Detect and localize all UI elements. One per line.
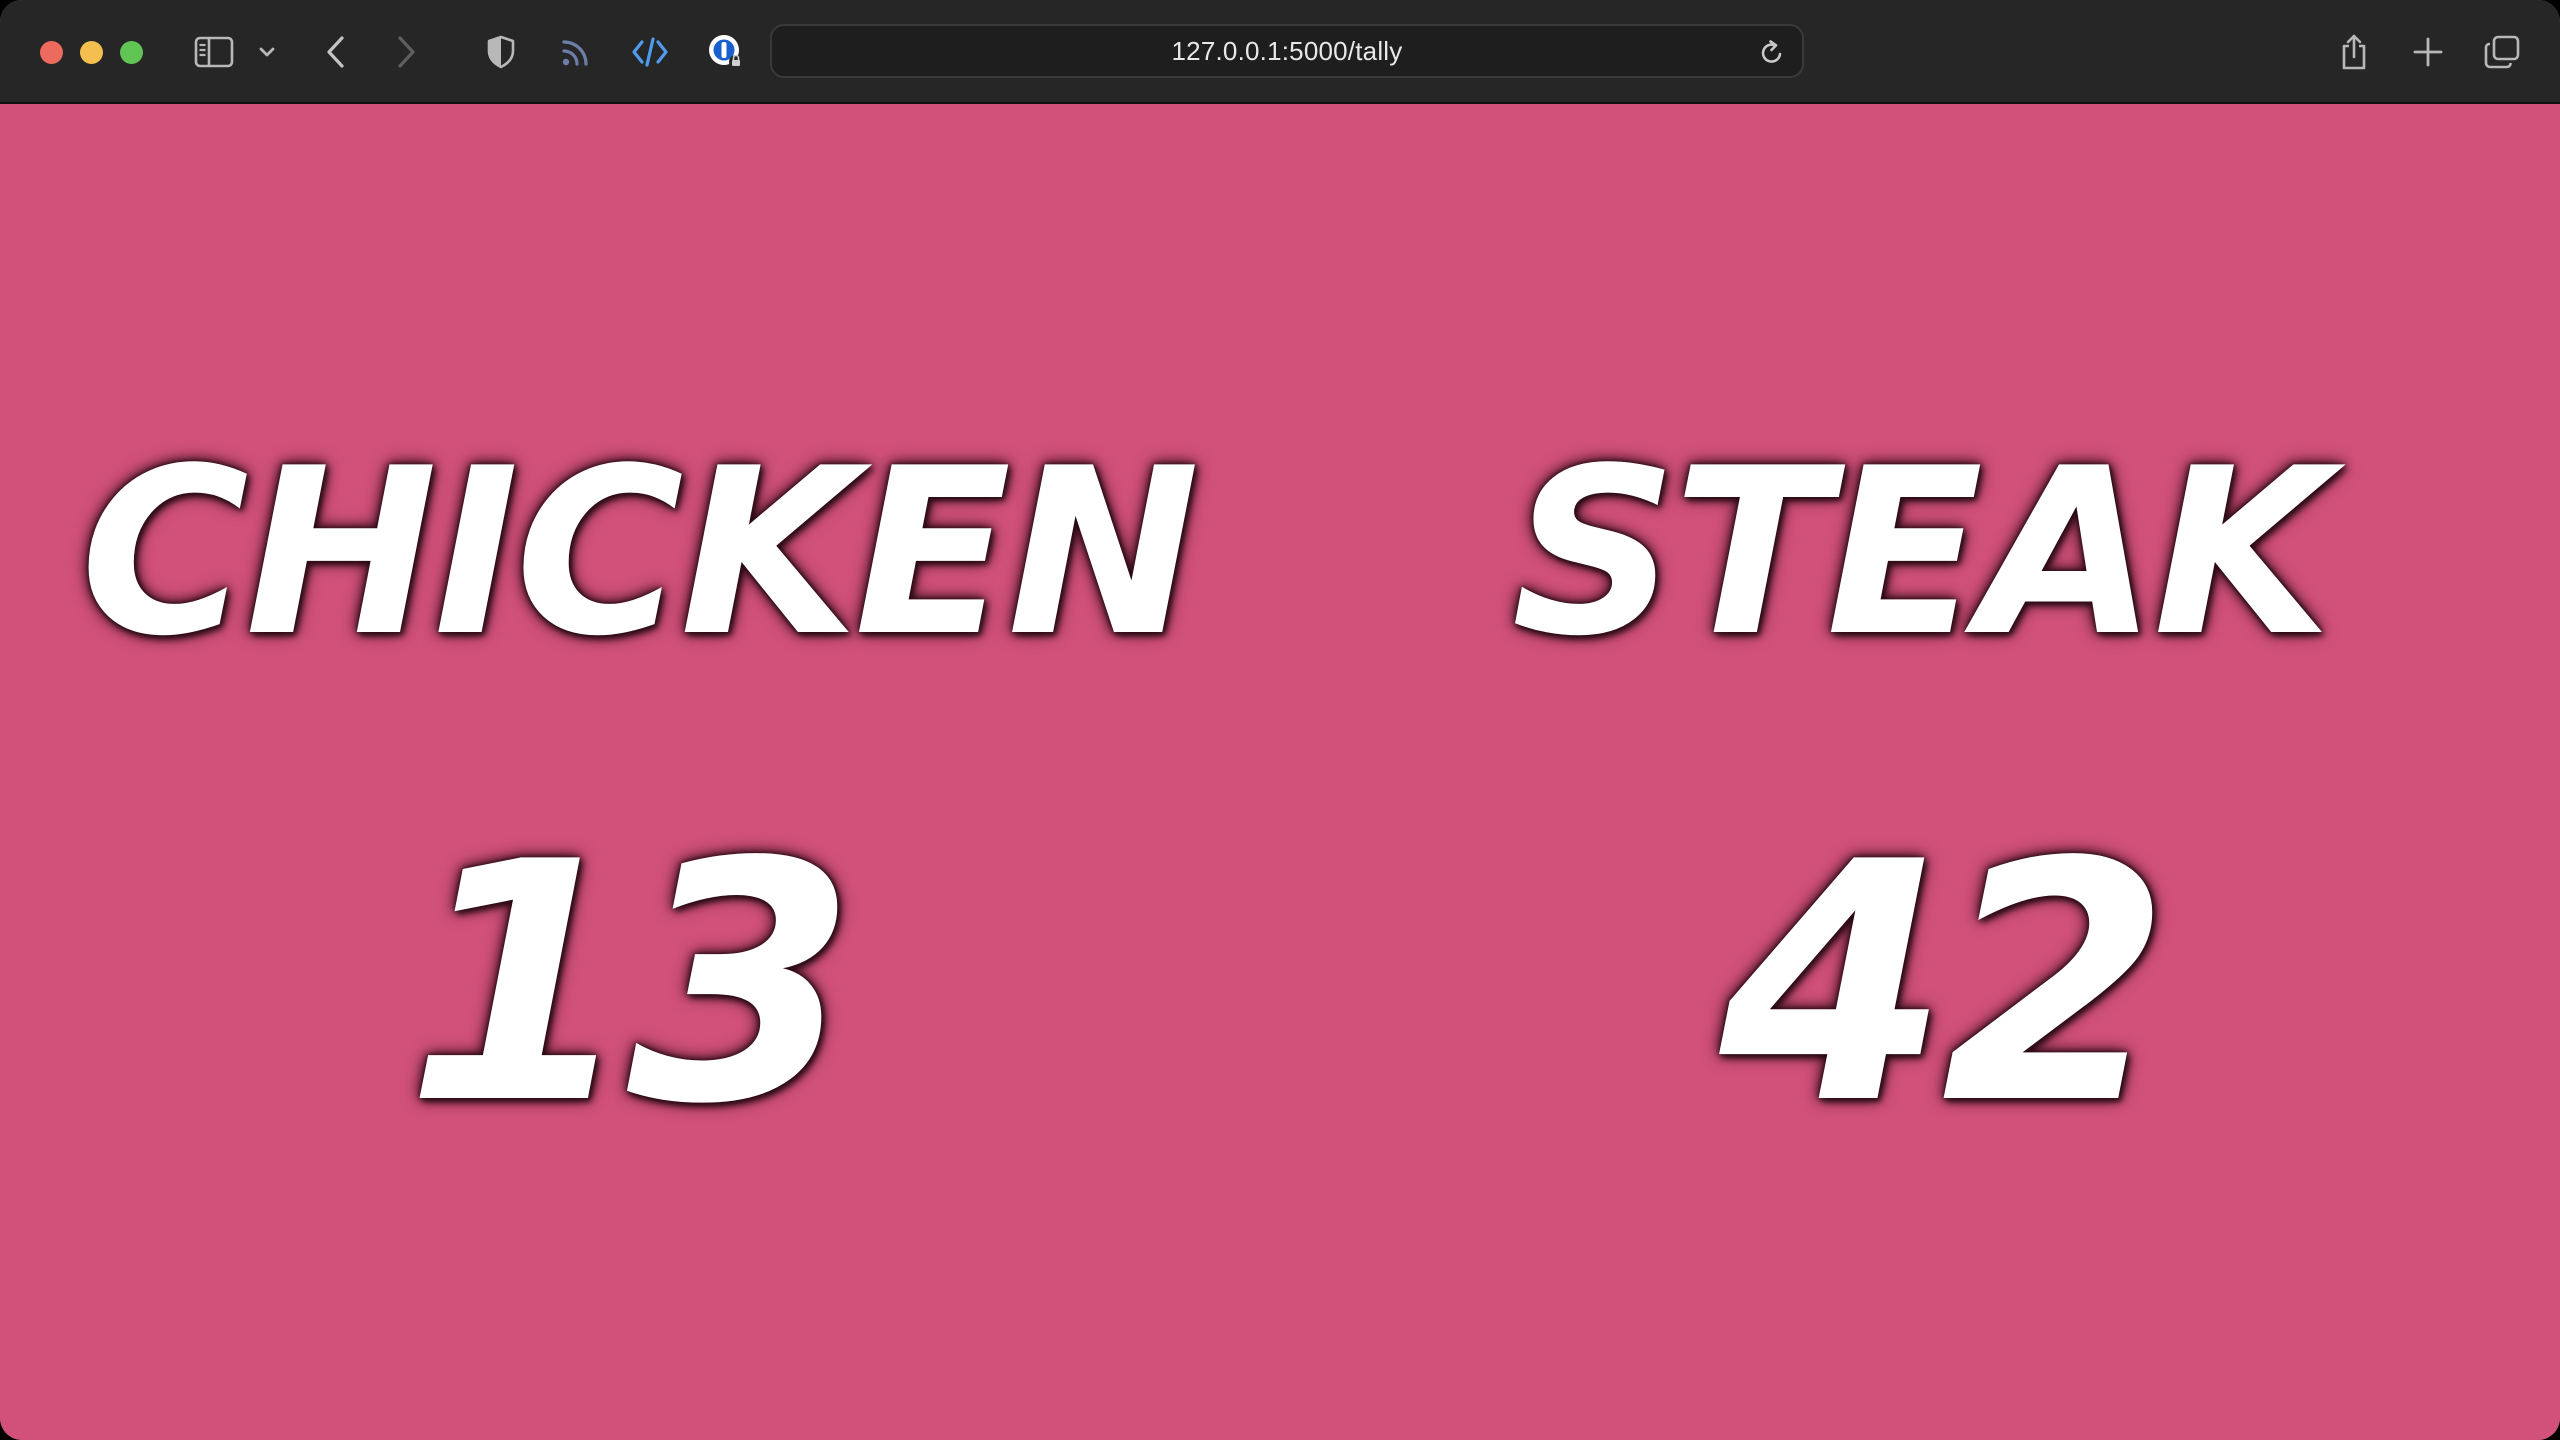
forward-icon[interactable] [380,26,432,78]
reload-icon[interactable] [1758,39,1786,67]
tabs-overview-icon[interactable] [2476,26,2528,78]
tally-count: 13 [405,792,856,1176]
address-bar[interactable]: 127.0.0.1:5000/tally [770,24,1804,78]
chevron-down-icon[interactable] [242,26,292,78]
browser-window: 127.0.0.1:5000/tally CHICKEN 13 STEAK 42 [0,0,2560,1440]
sidebar-icon[interactable] [188,26,240,78]
tally-column-steak: Steak 42 [1280,104,2560,1440]
code-icon[interactable] [624,26,676,78]
rss-icon[interactable] [550,26,602,78]
back-icon[interactable] [310,26,362,78]
maximize-window-button[interactable] [120,41,143,64]
new-tab-icon[interactable] [2402,26,2454,78]
tally-count: 42 [1719,792,2170,1176]
tally-label: Steak [1511,420,2332,687]
close-window-button[interactable] [40,41,63,64]
tally-page: Chicken 13 Steak 42 [0,104,2560,1440]
password-manager-icon[interactable] [700,26,752,78]
minimize-window-button[interactable] [80,41,103,64]
shield-icon[interactable] [475,26,527,78]
browser-toolbar: 127.0.0.1:5000/tally [0,0,2560,104]
share-icon[interactable] [2328,26,2380,78]
url-text: 127.0.0.1:5000/tally [1171,35,1403,66]
tally-label: Chicken [80,420,1200,687]
tally-column-chicken: Chicken 13 [0,104,1280,1440]
